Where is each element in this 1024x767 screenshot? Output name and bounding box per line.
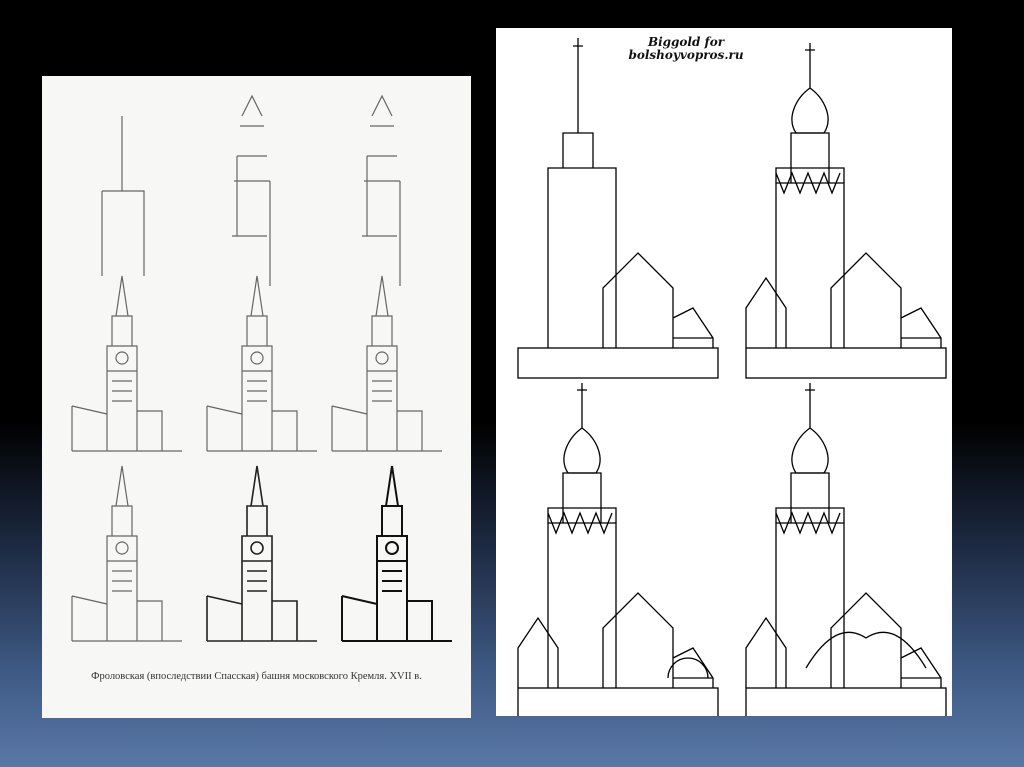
spasskaya-tower-steps-image: Фроловская (впоследствии Спасская) башня… (42, 76, 471, 718)
credit-line-2: bolshoyvopros.ru (628, 48, 744, 62)
credit-text: Biggold for bolshoyvopros.ru (606, 36, 766, 62)
church-drawings (517, 38, 952, 716)
church-drawing-steps-image: Biggold for bolshoyvopros.ru (496, 28, 952, 716)
tower-sketch-grid (71, 95, 453, 642)
image-caption: Фроловская (впоследствии Спасская) башня… (91, 671, 422, 682)
